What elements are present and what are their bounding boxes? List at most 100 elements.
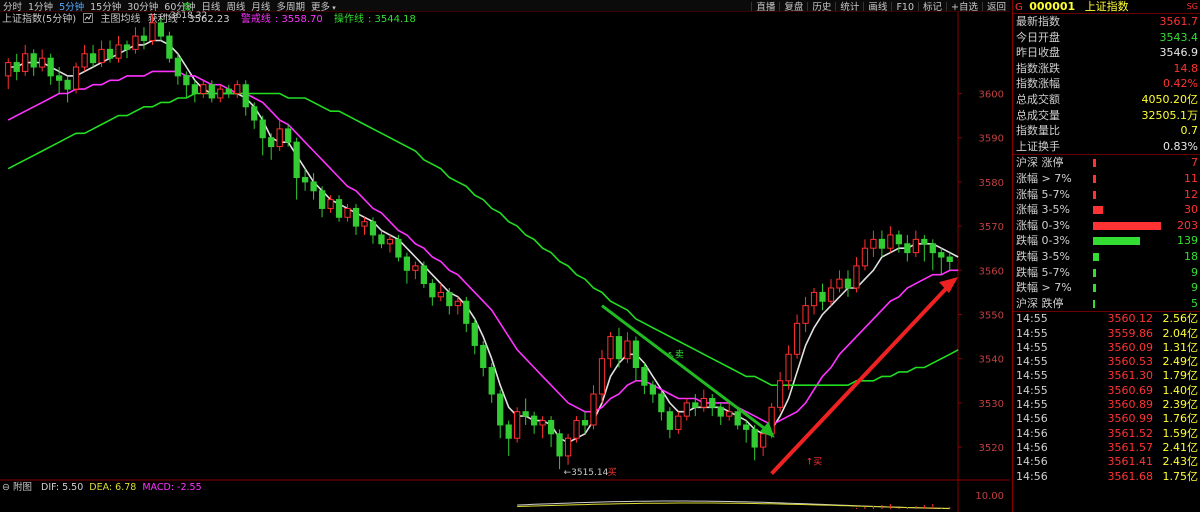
distribution-bar (1093, 221, 1161, 230)
distribution-label: 跌幅 0-3% (1016, 234, 1070, 248)
candle (700, 397, 707, 408)
distribution-count: 12 (1184, 187, 1198, 201)
tick-price: 3561.30 (1107, 369, 1154, 383)
candle (403, 256, 411, 271)
distribution-label: 跌幅 3-5% (1016, 249, 1070, 263)
tick-volume: 1.31亿 (1162, 340, 1199, 354)
candle (369, 221, 377, 236)
distribution-bar (1093, 174, 1096, 183)
quote-label: 总成交额 (1016, 92, 1060, 106)
tick-time: 14:56 (1016, 426, 1048, 440)
candle (174, 57, 182, 77)
tick-price: 3561.52 (1107, 426, 1154, 440)
quote-row: 最新指数 3561.7 (1013, 14, 1200, 30)
candle (268, 137, 275, 148)
candle (454, 300, 461, 307)
sell-marker-top: 卖 (182, 2, 191, 13)
candle (776, 380, 784, 408)
distribution-row: 跌幅 0-3% 139 (1013, 233, 1200, 249)
candle (81, 53, 88, 68)
tick-price: 3560.09 (1107, 340, 1154, 354)
distribution-count: 139 (1177, 234, 1198, 248)
distribution-row: 沪深 跌停 5 (1013, 296, 1200, 312)
quote-label: 上证换手 (1016, 139, 1060, 153)
tick-time: 14:56 (1016, 469, 1048, 483)
tick-time: 14:55 (1016, 398, 1048, 412)
tick-price: 3560.12 (1107, 312, 1154, 326)
candle (598, 358, 606, 395)
candlestick-chart[interactable]: 352035303540355035603570358035903600←361… (0, 0, 1010, 512)
candle (760, 433, 767, 448)
distribution-bar (1093, 252, 1099, 261)
tick-time: 14:56 (1016, 440, 1048, 454)
distribution-label: 涨幅 3-5% (1016, 203, 1070, 217)
quote-row: 昨日收盘 3546.9 (1013, 45, 1200, 61)
stock-name: 上证指数 (1084, 0, 1129, 13)
candle (437, 291, 444, 298)
candle (200, 84, 207, 95)
candle (649, 384, 657, 395)
distribution-bar (1093, 159, 1096, 168)
distribution-count: 7 (1191, 156, 1198, 170)
tick-row: 14:56 3561.41 2.43亿 (1013, 455, 1200, 469)
y-tick-label: 3520 (979, 443, 1004, 454)
candle (624, 340, 631, 360)
candle (98, 48, 105, 64)
candle (497, 393, 504, 426)
quote-label: 最新指数 (1016, 15, 1060, 28)
candle (310, 181, 317, 192)
tick-time: 14:55 (1016, 326, 1048, 340)
distribution-row: 涨幅 0-3% 203 (1013, 218, 1200, 234)
tick-price: 3560.89 (1107, 398, 1154, 412)
candle (615, 336, 623, 360)
candle (666, 411, 673, 430)
candle (887, 234, 894, 249)
distribution-row: 跌幅 3-5% 18 (1013, 249, 1200, 265)
candle (785, 353, 792, 382)
sub-chart-toggle[interactable]: ⊖ 附图 (2, 482, 35, 493)
candle (89, 53, 97, 64)
candle (123, 44, 131, 50)
tick-row: 14:55 3561.30 1.79亿 (1013, 369, 1200, 383)
distribution-bar (1093, 237, 1140, 246)
tick-row: 14:56 3561.52 1.59亿 (1013, 427, 1200, 441)
candle (39, 57, 46, 68)
distribution-count: 9 (1191, 281, 1198, 295)
distribution-row: 沪深 涨停 7 (1013, 155, 1200, 171)
quote-label: 指数涨跌 (1016, 61, 1060, 75)
quote-row: 指数涨幅 0.42% (1013, 76, 1200, 92)
distribution-bar (1093, 299, 1095, 308)
tick-time: 14:55 (1016, 369, 1048, 383)
candle (632, 340, 640, 369)
candle (522, 411, 529, 417)
distribution-count: 30 (1184, 203, 1198, 217)
distribution-row: 涨幅 5-7% 12 (1013, 187, 1200, 203)
candle (344, 207, 351, 218)
quote-value: 3543.4 (1159, 30, 1199, 44)
tick-volume: 1.79亿 (1162, 369, 1199, 383)
macd-dea-line (517, 502, 950, 509)
tick-volume: 2.43亿 (1162, 455, 1199, 469)
quote-value: 3561.7 (1159, 15, 1199, 28)
g-badge: G (1015, 2, 1023, 13)
distribution-label: 涨幅 0-3% (1016, 218, 1070, 232)
quote-stats: 最新指数 3561.7 今日开盘 3543.4 昨日收盘 3546.9 指数涨跌 14.8 指数… (1013, 14, 1200, 154)
macd-value: MACD: -2.55 (142, 482, 202, 493)
macd-dif: DIF: 5.50 (41, 482, 84, 493)
tick-volume: 2.56亿 (1162, 312, 1199, 326)
candle (641, 367, 648, 386)
uptrend-arrow (770, 277, 957, 475)
tick-row: 14:55 3560.53 2.49亿 (1013, 355, 1200, 369)
quote-value: 14.8 (1173, 61, 1199, 75)
candle (895, 234, 902, 245)
stock-code: 000001 (1029, 0, 1076, 13)
market-distribution: 沪深 涨停 7 涨幅 > 7% 11 涨幅 5-7% 12 涨幅 3-5% 30 涨幅 0-3%… (1013, 154, 1200, 311)
candle (564, 437, 572, 457)
quote-value: 0.7 (1180, 124, 1199, 138)
candle (751, 428, 758, 448)
candle (463, 300, 470, 324)
tick-row: 14:55 3559.86 2.04亿 (1013, 327, 1200, 341)
candle (259, 119, 266, 139)
tick-volume: 1.40亿 (1162, 383, 1199, 397)
candle (904, 243, 911, 254)
